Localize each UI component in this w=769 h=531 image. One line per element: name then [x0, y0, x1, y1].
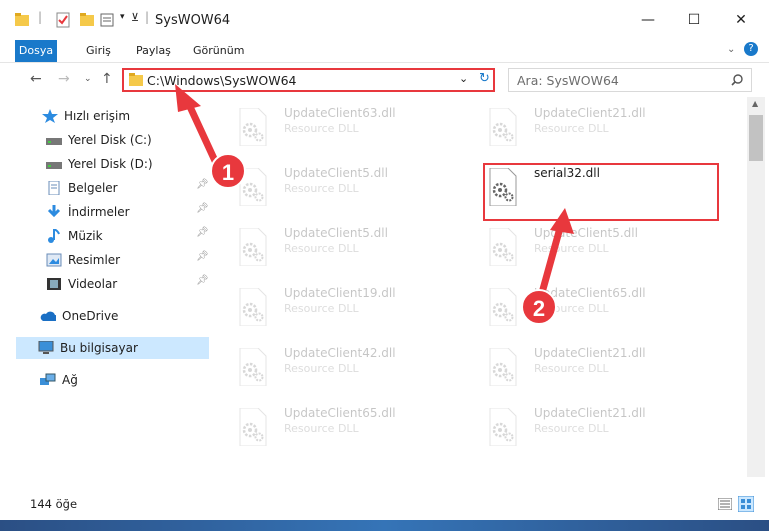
step-1-badge: 1: [210, 153, 246, 189]
step-2-badge: 2: [521, 289, 557, 325]
explorer-window: | ▾ ⊻ | SysWOW64 — ☐ ✕ Dosya Giriş Payla…: [0, 0, 769, 520]
desktop-background: [0, 520, 769, 531]
annotation-arrows: [175, 84, 574, 304]
